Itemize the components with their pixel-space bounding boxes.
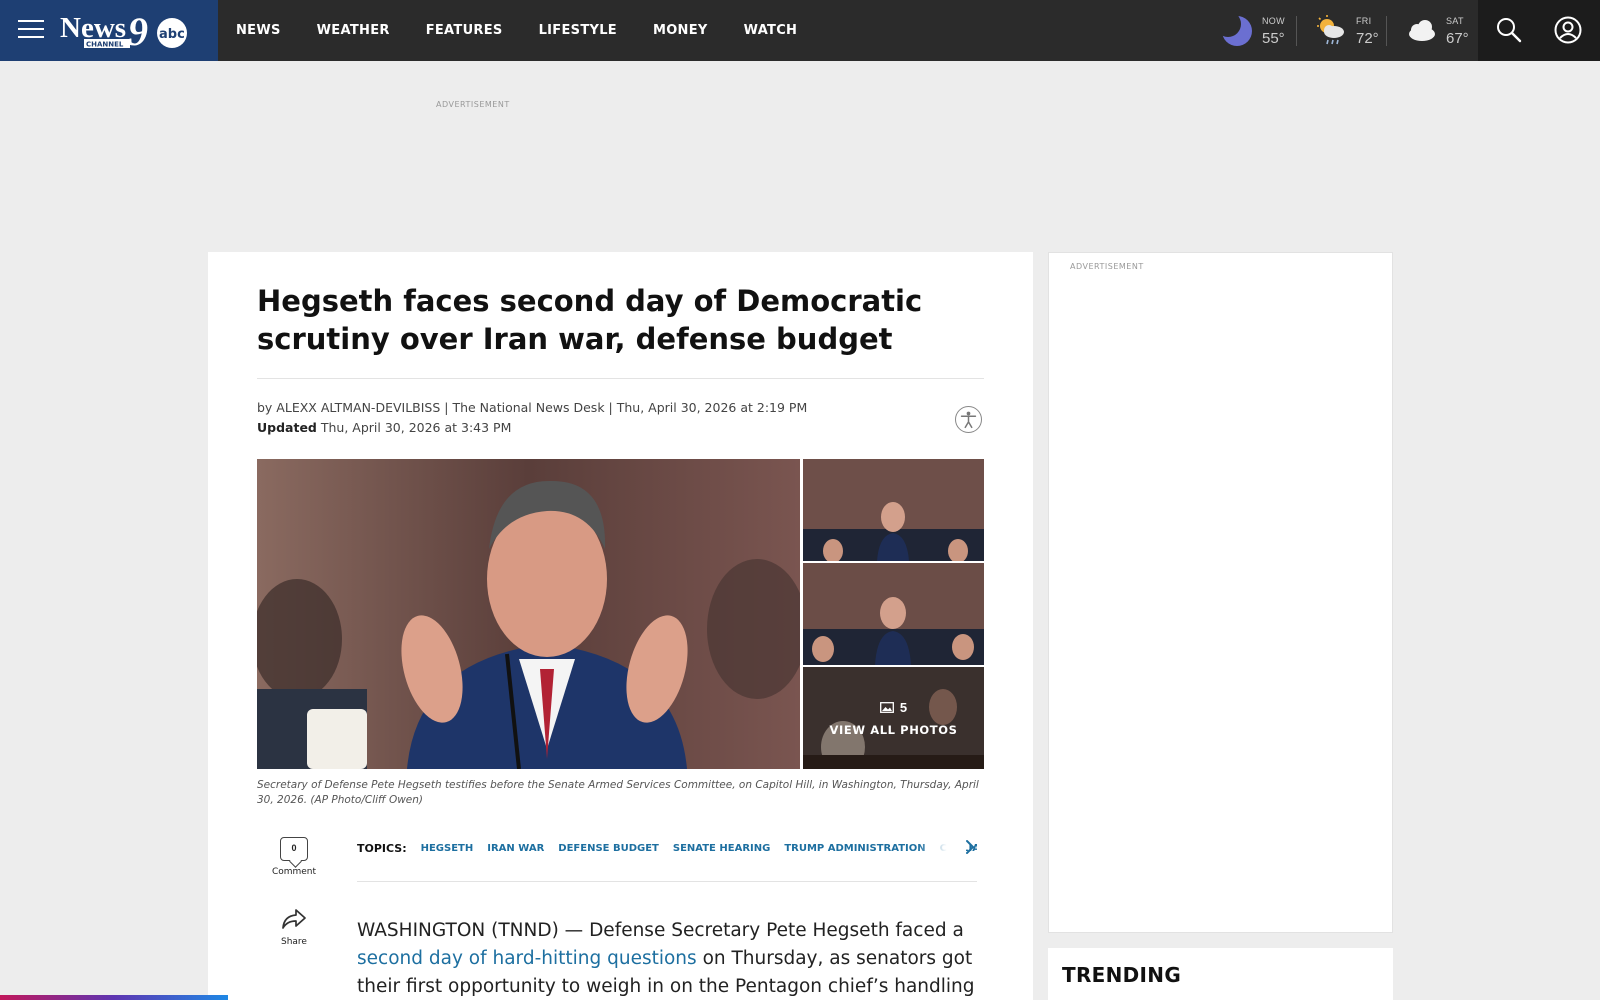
main-photo[interactable] (257, 459, 800, 769)
weather-now-temp: 55° (1262, 30, 1285, 47)
rail-advertisement[interactable]: ADVERTISEMENT (1048, 252, 1393, 933)
reading-progress-bar (0, 995, 228, 1000)
topic-tag[interactable]: DEFENSE BUDGET (558, 843, 659, 854)
updated-label: Updated (257, 420, 317, 435)
view-all-overlay: 5 VIEW ALL PHOTOS (803, 667, 984, 769)
advertisement-label: ADVERTISEMENT (1070, 262, 1144, 271)
site-header: News CHANNEL 9 abc NEWS WEATHER FEATURES… (0, 0, 1600, 61)
advertisement-label: ADVERTISEMENT (436, 100, 510, 109)
cloud-icon (1409, 20, 1435, 41)
comment-button[interactable]: 0 Comment (264, 837, 324, 877)
weather-now-label: NOW (1262, 16, 1285, 26)
svg-text:abc: abc (159, 27, 185, 42)
nav-features[interactable]: FEATURES (426, 23, 503, 38)
account-icon[interactable] (1554, 16, 1582, 44)
topics-label: TOPICS: (357, 841, 407, 855)
svg-text:9: 9 (128, 9, 148, 53)
updated-time: Thu, April 30, 2026 at 3:43 PM (320, 420, 512, 435)
view-all-photos-button[interactable]: 5 VIEW ALL PHOTOS (803, 667, 984, 769)
body-lead: WASHINGTON (TNND) — Defense Secretary Pe… (357, 920, 964, 941)
chevron-right-icon[interactable] (960, 836, 980, 858)
site-logo[interactable]: News CHANNEL 9 abc (60, 9, 190, 53)
share-icon (282, 909, 306, 929)
weather-sat-temp: 67° (1446, 30, 1469, 47)
share-button[interactable]: Share (264, 907, 324, 947)
photo-count-value: 5 (899, 699, 908, 715)
body-link[interactable]: second day of hard-hitting questions (357, 948, 697, 969)
article-card: Hegseth faces second day of Democratic s… (208, 252, 1033, 1000)
main-nav: NEWS WEATHER FEATURES LIFESTYLE MONEY WA… (236, 0, 833, 61)
weather-divider (1386, 16, 1387, 46)
photo-gallery: 5 VIEW ALL PHOTOS (257, 459, 984, 769)
weather-sat-label: SAT (1446, 16, 1464, 26)
topics-fade (918, 836, 966, 860)
article-byline: by ALEXX ALTMAN-DEVILBISS | The National… (257, 400, 808, 415)
divider (357, 881, 977, 882)
weather-now[interactable]: NOW 55° (1220, 0, 1290, 61)
nav-weather[interactable]: WEATHER (317, 23, 390, 38)
topic-tag[interactable]: IRAN WAR (487, 843, 544, 854)
moon-icon (1220, 14, 1252, 46)
trending-title: TRENDING (1062, 963, 1182, 987)
topic-tag[interactable]: SENATE HEARING (673, 843, 770, 854)
view-all-label: VIEW ALL PHOTOS (829, 722, 958, 737)
topics-bar: TOPICS: HEGSETH IRAN WAR DEFENSE BUDGET … (357, 838, 977, 858)
article-headline: Hegseth faces second day of Democratic s… (257, 284, 923, 356)
photo-count: 5 (879, 699, 908, 715)
photo-caption: Secretary of Defense Pete Hegseth testif… (257, 779, 979, 806)
nav-watch[interactable]: WATCH (744, 23, 798, 38)
weather-fri[interactable]: FRI 72° (1314, 0, 1384, 61)
header-actions (1478, 0, 1600, 61)
nav-lifestyle[interactable]: LIFESTYLE (539, 23, 617, 38)
sun-rain-icon (1317, 15, 1344, 45)
divider (257, 378, 984, 379)
weather-fri-temp: 72° (1356, 30, 1379, 47)
comment-count: 0 (280, 837, 308, 861)
article-body: WASHINGTON (TNND) — Defense Secretary Pe… (357, 917, 977, 1000)
topic-tag[interactable]: TRUMP ADMINISTRATION (784, 843, 925, 854)
weather-fri-label: FRI (1356, 16, 1372, 26)
image-icon (879, 701, 894, 713)
svg-text:CHANNEL: CHANNEL (86, 41, 124, 49)
accessibility-icon[interactable] (955, 406, 982, 433)
trending-section: TRENDING (1048, 948, 1393, 1000)
nav-money[interactable]: MONEY (653, 23, 708, 38)
menu-icon[interactable] (18, 20, 44, 40)
comment-label: Comment (271, 867, 317, 877)
article-updated: Updated Thu, April 30, 2026 at 3:43 PM (257, 420, 511, 435)
brand-block: News CHANNEL 9 abc (0, 0, 218, 61)
gallery-thumbnail[interactable] (803, 563, 984, 665)
share-label: Share (281, 937, 307, 947)
gallery-thumbnail[interactable] (803, 459, 984, 561)
search-icon[interactable] (1496, 17, 1522, 43)
nav-news[interactable]: NEWS (236, 23, 281, 38)
weather-sat[interactable]: SAT 67° (1404, 0, 1474, 61)
topic-tag[interactable]: HEGSETH (421, 843, 474, 854)
weather-divider (1296, 16, 1297, 46)
